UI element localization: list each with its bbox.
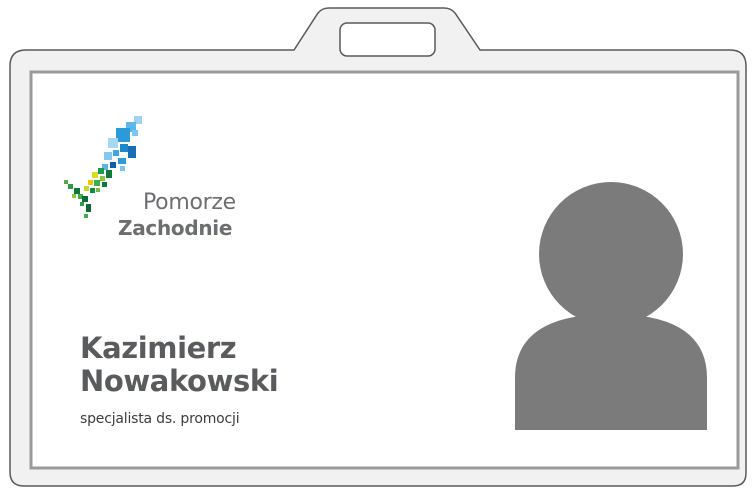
person-name: Kazimierz Nowakowski xyxy=(80,331,279,398)
user-silhouette-icon xyxy=(515,182,707,430)
person-role: specjalista ds. promocji xyxy=(80,411,240,427)
last-name: Nowakowski xyxy=(80,364,279,398)
first-name: Kazimierz xyxy=(80,331,237,365)
logo-text-pomorze: Pomorze xyxy=(143,190,236,215)
logo-text-zachodnie: Zachodnie xyxy=(118,216,233,240)
id-badge: Pomorze Zachodnie Kazimierz Nowakowski s… xyxy=(0,0,756,489)
lanyard-slot xyxy=(339,22,436,57)
